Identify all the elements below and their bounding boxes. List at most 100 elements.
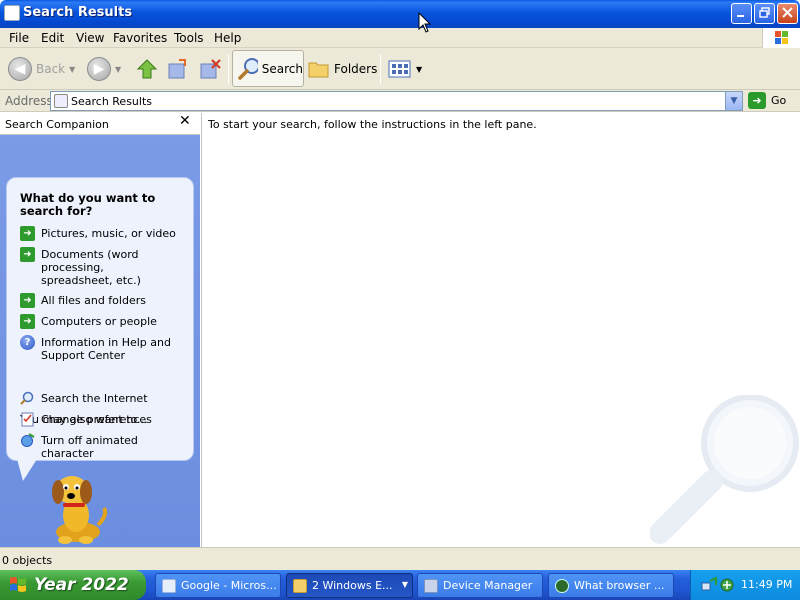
up-folder-button[interactable]	[135, 52, 159, 86]
search-results-icon	[4, 5, 20, 21]
start-button[interactable]: Year 2022	[0, 570, 146, 600]
device-manager-icon	[424, 578, 438, 593]
menu-edit[interactable]: Edit	[41, 31, 64, 45]
task-device-manager[interactable]: Device Manager	[417, 573, 543, 598]
preferences-checklist-icon	[21, 412, 34, 427]
option-computers-people[interactable]: ➜ Computers or people	[20, 314, 188, 329]
back-label: Back	[36, 62, 66, 76]
toolbar-divider	[380, 54, 381, 84]
status-text: 0 objects	[2, 554, 53, 567]
menu-help[interactable]: Help	[214, 31, 241, 45]
search-icon	[238, 57, 258, 80]
option-label: Search the Internet	[41, 392, 148, 405]
option-label: Computers or people	[41, 315, 157, 328]
folder-icon	[293, 578, 307, 593]
views-button[interactable]: ▼	[388, 52, 422, 86]
menu-tools[interactable]: Tools	[174, 31, 204, 45]
green-arrow-icon: ➜	[20, 226, 35, 241]
task-google[interactable]: Google - Micros...	[155, 573, 281, 598]
windows-logo	[762, 28, 800, 48]
option-label: Turn off animated character	[41, 434, 138, 460]
back-arrow-icon: ◀	[8, 57, 32, 81]
address-label: Address	[5, 94, 53, 108]
delete-icon	[200, 59, 221, 79]
option-turn-off-character[interactable]: Turn off animated character	[20, 433, 188, 460]
windows-flag-icon	[775, 31, 788, 44]
option-documents[interactable]: ➜ Documents (word processing, spreadshee…	[20, 247, 188, 287]
windows-flag-icon	[10, 577, 26, 592]
menu-view[interactable]: View	[76, 31, 104, 45]
back-button[interactable]: ◀ Back ▼	[8, 52, 75, 86]
search-companion-header: Search Companion ✕	[0, 113, 200, 135]
pane-title: Search Companion	[5, 118, 109, 131]
chevron-down-icon[interactable]: ▼	[69, 65, 75, 74]
move-to-button[interactable]	[166, 52, 190, 86]
option-label: Pictures, music, or video	[41, 227, 176, 240]
instructions-text: To start your search, follow the instruc…	[208, 118, 537, 131]
search-button[interactable]: Search	[232, 50, 304, 87]
search-question: What do you want to search for?	[20, 191, 156, 218]
green-arrow-icon: ➜	[20, 247, 35, 262]
minimize-button[interactable]	[731, 3, 752, 24]
network-connections-icon[interactable]	[719, 577, 735, 593]
up-folder-icon	[136, 59, 158, 79]
menu-file[interactable]: File	[9, 31, 29, 45]
task-windows-explorer[interactable]: 2 Windows E... ▼	[286, 573, 413, 598]
start-label: Year 2022	[34, 575, 129, 595]
option-pictures-music-video[interactable]: ➜ Pictures, music, or video	[20, 226, 188, 241]
chevron-down-icon[interactable]: ▼	[115, 65, 121, 74]
go-button[interactable]: ➜ Go	[748, 92, 786, 109]
task-label: Device Manager	[443, 579, 533, 592]
option-search-internet[interactable]: Search the Internet	[20, 391, 188, 406]
chevron-down-icon: ▼	[401, 580, 408, 589]
clock[interactable]: 11:49 PM	[741, 578, 792, 591]
task-label: Google - Micros...	[181, 579, 277, 592]
option-label: Information in Help and Support Center	[41, 336, 171, 362]
title-bar[interactable]: Search Results	[0, 0, 800, 28]
delete-button[interactable]	[198, 52, 222, 86]
restore-button[interactable]	[754, 3, 775, 24]
taskbar: Year 2022 Google - Micros... 2 Windows E…	[0, 570, 800, 600]
task-what-browser[interactable]: What browser ...	[548, 573, 674, 598]
address-value: Search Results	[71, 95, 153, 108]
status-bar: 0 objects	[0, 547, 800, 570]
option-all-files-folders[interactable]: ➜ All files and folders	[20, 293, 188, 308]
green-arrow-icon: ➜	[20, 314, 35, 329]
green-arrow-icon: ➜	[20, 293, 35, 308]
forward-button[interactable]: ▶ ▼	[87, 52, 121, 86]
balloon-tail	[17, 459, 37, 481]
search-balloon: What do you want to search for? ➜ Pictur…	[6, 177, 194, 461]
folders-label: Folders	[334, 62, 378, 76]
views-grid-icon	[388, 60, 411, 78]
search-dog-character-icon[interactable]	[48, 470, 110, 545]
option-label: Change preferences	[41, 413, 152, 426]
netscape-icon	[555, 578, 569, 593]
option-help-support[interactable]: ? Information in Help and Support Center	[20, 335, 188, 362]
close-button[interactable]	[777, 3, 798, 24]
system-tray: 11:49 PM	[690, 570, 800, 600]
close-pane-button[interactable]: ✕	[179, 113, 191, 129]
task-label: What browser ...	[574, 579, 665, 592]
go-label: Go	[771, 94, 787, 107]
close-icon	[782, 7, 793, 18]
address-input[interactable]: Search Results ▼	[50, 91, 743, 111]
address-dropdown-button[interactable]: ▼	[725, 92, 742, 110]
address-bar: Address Search Results ▼ ➜ Go	[0, 90, 800, 112]
search-companion-pane: What do you want to search for? ➜ Pictur…	[0, 135, 200, 547]
folder-icon	[308, 62, 329, 78]
menu-bar: File Edit View Favorites Tools Help	[0, 28, 800, 48]
menu-favorites[interactable]: Favorites	[113, 31, 167, 45]
option-label: Documents (word processing, spreadsheet,…	[41, 248, 141, 287]
move-to-icon	[168, 59, 186, 79]
chevron-down-icon[interactable]: ▼	[416, 65, 422, 74]
toolbar-divider	[228, 54, 229, 84]
results-pane[interactable]: To start your search, follow the instruc…	[201, 113, 800, 547]
restore-icon	[759, 7, 770, 18]
task-label: 2 Windows E...	[312, 579, 393, 592]
mouse-cursor-icon	[418, 12, 432, 33]
option-change-preferences[interactable]: Change preferences	[20, 412, 188, 427]
minimize-icon	[737, 15, 744, 17]
network-icon[interactable]	[701, 577, 717, 593]
folders-button[interactable]: Folders	[308, 52, 377, 86]
option-label: All files and folders	[41, 294, 146, 307]
